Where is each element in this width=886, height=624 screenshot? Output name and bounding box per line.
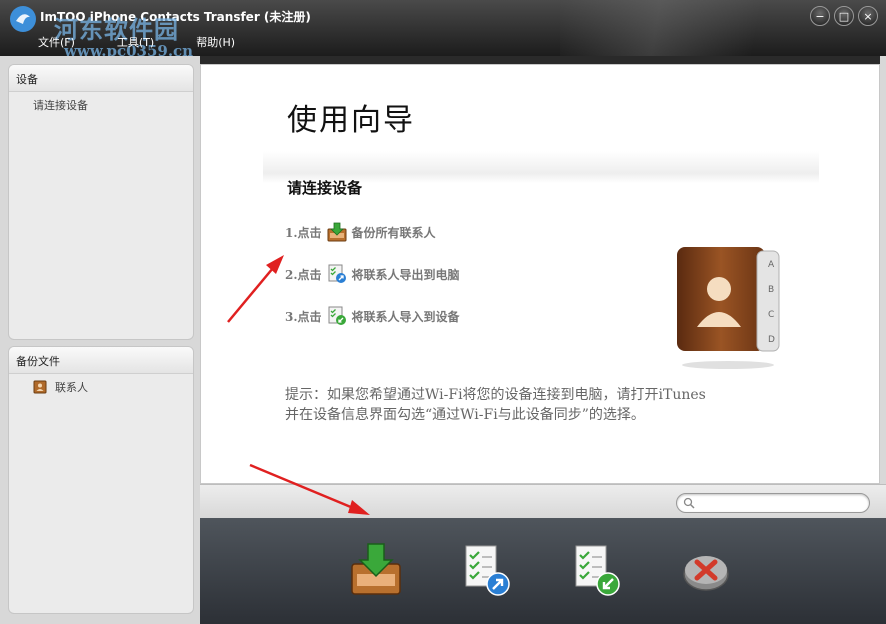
devices-panel: 设备 请连接设备: [8, 64, 194, 340]
step-1-prefix: 1.点击: [285, 225, 322, 240]
backup-tray-icon[interactable]: [326, 221, 348, 243]
wizard-panel: 使用向导 请连接设备 1.点击 备份所有联系人 2.点击 将联系人导出到电脑 3…: [200, 64, 880, 484]
close-button[interactable]: ×: [858, 6, 878, 26]
backup-header: 备份文件: [9, 347, 193, 374]
search-input[interactable]: [676, 493, 870, 513]
book-tab-b: B: [768, 285, 774, 295]
import-list-icon[interactable]: [566, 542, 626, 598]
devices-header: 设备: [9, 65, 193, 92]
step-export: 2.点击 将联系人导出到电脑: [285, 263, 460, 285]
hint-line-1: 提示：如果您希望通过Wi-Fi将您的设备连接到电脑，请打开iTunes: [285, 387, 706, 403]
app-icon: [10, 6, 36, 32]
book-tab-c: C: [768, 310, 774, 320]
step-backup: 1.点击 备份所有联系人: [285, 221, 436, 243]
step-3-prefix: 3.点击: [285, 309, 322, 324]
step-1-text: 备份所有联系人: [351, 225, 436, 240]
search-icon: [683, 497, 695, 509]
device-list-item[interactable]: 请连接设备: [9, 92, 193, 114]
wizard-subtitle: 请连接设备: [287, 179, 363, 197]
maximize-button[interactable]: □: [834, 6, 854, 26]
address-book-icon: A B C D: [677, 247, 780, 369]
title-bar: ImTOO iPhone Contacts Transfer (未注册) 河东软…: [0, 0, 886, 60]
export-list-icon[interactable]: [326, 263, 348, 285]
menu-tools[interactable]: 工具(T): [117, 34, 154, 50]
menu-file[interactable]: 文件(F): [38, 34, 75, 50]
cancel-icon[interactable]: [676, 542, 736, 598]
bottom-toolbar: [200, 518, 886, 624]
search-strip: [200, 484, 886, 518]
wizard-title: 使用向导: [287, 103, 415, 138]
step-import: 3.点击 将联系人导入到设备: [285, 305, 460, 327]
book-tab-a: A: [768, 260, 775, 270]
step-2-text: 将联系人导出到电脑: [351, 267, 460, 282]
step-2-prefix: 2.点击: [285, 267, 322, 282]
book-tab-d: D: [768, 335, 775, 345]
menu-bar: 文件(F) 工具(T) 帮助(H): [38, 34, 277, 50]
import-list-icon[interactable]: [326, 305, 348, 327]
window-controls: − □ ×: [810, 6, 878, 26]
backup-tray-icon[interactable]: [346, 542, 406, 598]
wifi-hint: 提示：如果您希望通过Wi-Fi将您的设备连接到电脑，请打开iTunes 并在设备…: [285, 385, 805, 425]
sidebar: 设备 请连接设备 备份文件 联系人: [0, 56, 200, 624]
menu-help[interactable]: 帮助(H): [196, 34, 235, 50]
hint-line-2: 并在设备信息界面勾选“通过Wi-Fi与此设备同步”的选择。: [285, 407, 645, 423]
export-list-icon[interactable]: [456, 542, 516, 598]
backup-panel: 备份文件 联系人: [8, 346, 194, 614]
window-edge: [880, 56, 886, 484]
backup-item-label: 联系人: [55, 381, 88, 394]
minimize-button[interactable]: −: [810, 6, 830, 26]
contact-book-icon: [33, 380, 47, 394]
step-3-text: 将联系人导入到设备: [351, 309, 460, 324]
device-item-label: 请连接设备: [33, 99, 88, 112]
backup-item-contacts[interactable]: 联系人: [9, 374, 193, 396]
